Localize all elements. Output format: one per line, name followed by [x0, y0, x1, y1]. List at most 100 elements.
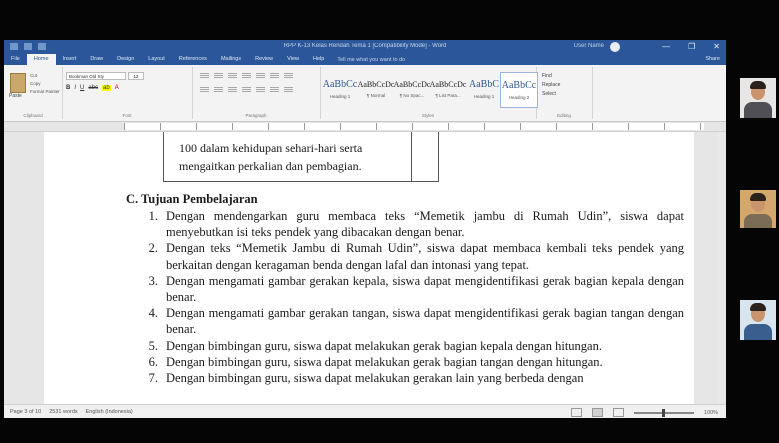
style-name: Heading 2: [508, 95, 530, 100]
align-left-icon[interactable]: [200, 87, 209, 93]
style-tile-3[interactable]: AaBbCcDc ¶ No Spac...: [393, 72, 431, 106]
align-right-icon[interactable]: [228, 87, 237, 93]
style-sample: AaBbCcDc: [429, 80, 467, 89]
decrease-indent-icon[interactable]: [242, 73, 251, 79]
tell-me-search[interactable]: Tell me what you want to do: [337, 57, 405, 63]
participant-video-3[interactable]: [740, 300, 776, 340]
list-item-text: Dengan teks “Memetik Jambu di Rumah Udin…: [166, 241, 684, 272]
word-count[interactable]: 2531 words: [49, 409, 77, 415]
list-item-text: Dengan bimbingan guru, siswa dapat melak…: [166, 354, 603, 369]
underline-button[interactable]: U: [80, 85, 84, 91]
language-indicator[interactable]: English (Indonesia): [86, 409, 133, 415]
ruler-scale: [124, 123, 704, 130]
paste-button[interactable]: Paste: [9, 93, 22, 99]
bullets-icon[interactable]: [200, 73, 209, 79]
bold-button[interactable]: B: [66, 85, 70, 91]
font-name-dropdown[interactable]: Bookman Old Sty: [66, 72, 126, 80]
minimize-button[interactable]: —: [662, 42, 670, 51]
style-name: Heading 1: [329, 94, 351, 99]
tab-layout[interactable]: Layout: [141, 54, 172, 65]
multilevel-list-icon[interactable]: [228, 73, 237, 79]
zoom-slider[interactable]: [633, 408, 694, 417]
justify-icon[interactable]: [242, 87, 251, 93]
format-painter-button[interactable]: Format Painter: [30, 88, 60, 96]
show-marks-icon[interactable]: [284, 73, 293, 79]
status-bar: Page 3 of 10 2531 words English (Indones…: [4, 404, 726, 418]
style-sample: AaBbCcDc: [393, 80, 431, 89]
shading-icon[interactable]: [270, 87, 279, 93]
select-button[interactable]: Select: [542, 90, 560, 99]
maximize-button[interactable]: ❐: [688, 42, 695, 51]
copy-button[interactable]: Copy: [30, 80, 60, 88]
list-item-number: 4.: [148, 306, 158, 321]
increase-indent-icon[interactable]: [256, 73, 265, 79]
numbering-icon[interactable]: [214, 73, 223, 79]
tab-home[interactable]: Home: [26, 54, 56, 65]
list-item-text: Dengan mendengarkan guru membaca teks “M…: [166, 209, 684, 240]
user-name: User Name: [573, 43, 604, 49]
style-name: Heading 1: [473, 94, 495, 99]
style-tile-5[interactable]: AaBbC Heading 1: [466, 72, 502, 106]
tab-insert[interactable]: Insert: [56, 54, 84, 65]
list-item-number: 1.: [148, 209, 158, 223]
tab-review[interactable]: Review: [248, 54, 280, 65]
avatar[interactable]: [610, 42, 620, 52]
paste-icon[interactable]: [10, 73, 26, 93]
list-item: 3. Dengan mengamati gambar gerakan kepal…: [134, 273, 684, 305]
align-center-icon[interactable]: [214, 87, 223, 93]
font-color-button[interactable]: A: [115, 85, 119, 91]
tab-file[interactable]: File: [4, 54, 27, 65]
borders-icon[interactable]: [284, 87, 293, 93]
cut-button[interactable]: Cut: [30, 72, 60, 80]
font-size-dropdown[interactable]: 12: [128, 72, 144, 80]
participant-video-2[interactable]: [740, 190, 776, 228]
zoom-level[interactable]: 100%: [704, 410, 718, 416]
tab-references[interactable]: References: [172, 54, 214, 65]
list-item-number: 7.: [148, 371, 158, 386]
tab-draw[interactable]: Draw: [83, 54, 110, 65]
vertical-scrollbar[interactable]: [718, 132, 726, 404]
horizontal-ruler[interactable]: [4, 122, 726, 132]
paragraph-group-label: Paragraph: [245, 113, 267, 118]
style-tile-1[interactable]: AaBbCc Heading 1: [322, 72, 358, 106]
line-spacing-icon[interactable]: [256, 87, 265, 93]
share-button[interactable]: Share: [705, 56, 720, 62]
style-name: ¶ No Spac...: [399, 93, 425, 98]
zoom-slider-thumb[interactable]: [661, 408, 665, 417]
window-controls: — ❐ ✕: [662, 42, 720, 51]
ribbon: Paste Cut Copy Format Painter Clipboard …: [4, 65, 726, 122]
style-sample: AaBbC: [469, 79, 499, 90]
tab-view[interactable]: View: [280, 54, 306, 65]
read-mode-icon[interactable]: [570, 408, 582, 417]
sort-icon[interactable]: [270, 73, 279, 79]
style-name: ¶ List Para...: [435, 93, 461, 98]
web-layout-icon[interactable]: [612, 408, 624, 417]
replace-button[interactable]: Replace: [542, 81, 560, 90]
strikethrough-button[interactable]: abc: [88, 85, 98, 91]
tab-design[interactable]: Design: [110, 54, 141, 65]
tab-mailings[interactable]: Mailings: [214, 54, 248, 65]
status-right: 100%: [570, 408, 718, 417]
editing-group: Find Replace Select Editing: [536, 67, 593, 119]
tab-help[interactable]: Help: [306, 54, 331, 65]
highlight-color-button[interactable]: ab: [102, 85, 111, 91]
find-button[interactable]: Find: [542, 72, 560, 81]
style-tile-4[interactable]: AaBbCcDc ¶ List Para...: [429, 72, 467, 106]
style-tile-2[interactable]: AaBbCcDc ¶ Normal: [358, 72, 395, 106]
list-item-number: 2.: [148, 241, 158, 256]
document-page[interactable]: 100 dalam kehidupan sehari-hari serta me…: [44, 132, 694, 404]
participant-video-1[interactable]: [740, 78, 776, 118]
style-tile-6[interactable]: AaBbCc Heading 2: [500, 72, 538, 108]
list-item: 5. Dengan bimbingan guru, siswa dapat me…: [134, 338, 684, 354]
word-window: RPP K-13 Kelas Rendah Tema 1 [Compatibil…: [4, 40, 726, 418]
italic-button[interactable]: I: [74, 85, 76, 91]
close-button[interactable]: ✕: [713, 42, 720, 51]
list-item: 4. Dengan mengamati gambar gerakan tanga…: [134, 305, 684, 337]
print-layout-icon[interactable]: [591, 408, 603, 417]
table-cell-text: 100 dalam kehidupan sehari-hari serta me…: [179, 141, 363, 173]
list-item: 1. Dengan mendengarkan guru membaca teks…: [134, 208, 684, 240]
document-area[interactable]: 100 dalam kehidupan sehari-hari serta me…: [4, 132, 726, 404]
participant-hair: [750, 81, 766, 89]
list-item-text: Dengan mengamati gambar gerakan kepala, …: [166, 273, 684, 305]
page-count[interactable]: Page 3 of 10: [10, 409, 41, 415]
